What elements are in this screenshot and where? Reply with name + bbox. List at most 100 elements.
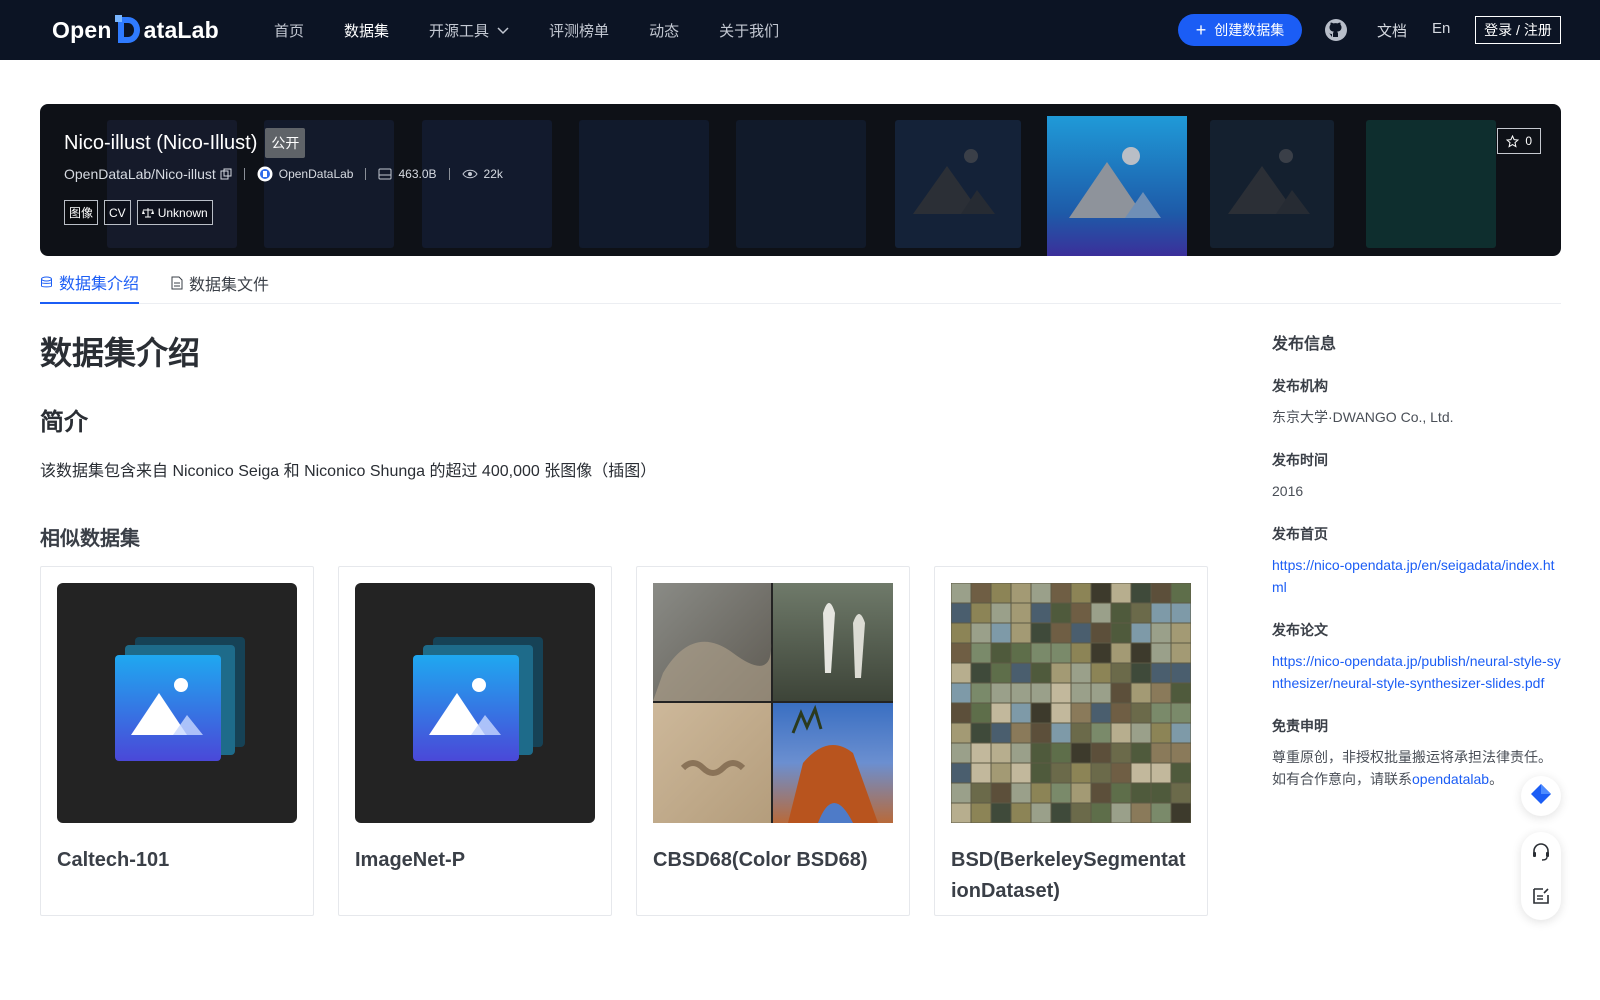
mosaic-tile [1071, 583, 1091, 603]
similar-dataset-card[interactable]: Caltech-101 [40, 566, 314, 916]
mosaic-tile [1131, 643, 1151, 663]
feedback-diamond-button[interactable] [1521, 776, 1561, 816]
nav-news[interactable]: 动态 [649, 20, 679, 41]
nav-datasets[interactable]: 数据集 [344, 20, 389, 41]
mosaic-tile [1071, 683, 1091, 703]
mosaic-tile [1131, 803, 1151, 823]
mosaic-tile [1091, 763, 1111, 783]
nav-open-tools[interactable]: 开源工具 [429, 20, 509, 41]
tag-task[interactable]: CV [104, 200, 131, 225]
github-icon[interactable] [1324, 18, 1348, 42]
login-register-button[interactable]: 登录 / 注册 [1475, 16, 1561, 44]
similar-dataset-card[interactable]: ImageNet-P [338, 566, 612, 916]
mosaic-tile [1171, 723, 1191, 743]
nav-home-label: 首页 [274, 22, 305, 40]
dataset-banner: Nico-illust (Nico-Illust) 公开 OpenDataLab… [40, 104, 1561, 256]
section-heading: 数据集介绍 [40, 335, 201, 371]
mosaic-tile [991, 683, 1011, 703]
mosaic-tile [951, 763, 971, 783]
disclaimer-label: 免责申明 [1272, 718, 1328, 734]
edit-note-icon[interactable] [1531, 886, 1551, 911]
mosaic-tile [1151, 723, 1171, 743]
publish-info-panel: 发布信息 发布机构 东京大学·DWANGO Co., Ltd. 发布时间 201… [1272, 330, 1562, 812]
nav-about[interactable]: 关于我们 [719, 20, 779, 41]
mosaic-tile [951, 783, 971, 803]
tag-modality[interactable]: 图像 [64, 200, 99, 225]
create-dataset-button[interactable]: + 创建数据集 [1178, 14, 1302, 46]
mosaic-tile [1171, 683, 1191, 703]
photo-mosaic [951, 583, 1191, 823]
mosaic-tile [1071, 723, 1091, 743]
tab-files[interactable]: 数据集文件 [171, 262, 269, 304]
create-dataset-label: 创建数据集 [1214, 22, 1285, 38]
language-switch[interactable]: En [1432, 20, 1450, 37]
mosaic-tile [1071, 803, 1091, 823]
paper-link[interactable]: https://nico-opendata.jp/publish/neural-… [1272, 650, 1562, 694]
mosaic-tile [1071, 663, 1091, 683]
star-button[interactable]: 0 [1497, 128, 1541, 154]
nav-leaderboard[interactable]: 评测榜单 [549, 20, 609, 41]
mosaic-tile [1171, 603, 1191, 623]
copy-icon[interactable] [220, 168, 232, 180]
mosaic-tile [1131, 603, 1151, 623]
mosaic-tile [1051, 583, 1071, 603]
license-tag[interactable]: Unknown [136, 200, 213, 225]
mosaic-tile [1131, 763, 1151, 783]
mosaic-tile [1031, 663, 1051, 683]
disclaimer-text: 尊重原创，非授权批量搬运将承担法律责任。如有合作意向，请联系opendatala… [1272, 746, 1562, 790]
banner-image-icon [1047, 116, 1187, 256]
mosaic-tile [1011, 763, 1031, 783]
nav-open-tools-label: 开源工具 [429, 22, 490, 40]
mosaic-tile [1091, 663, 1111, 683]
mosaic-tile [1071, 643, 1091, 663]
mosaic-tile [1011, 623, 1031, 643]
mosaic-tile [1151, 803, 1171, 823]
placeholder-image-icon [355, 583, 595, 823]
nav-leaderboard-label: 评测榜单 [549, 22, 610, 40]
mosaic-tile [1171, 763, 1191, 783]
mosaic-tile [1131, 683, 1151, 703]
tab-intro[interactable]: 数据集介绍 [40, 262, 140, 304]
mosaic-tile [1051, 803, 1071, 823]
mosaic-tile [951, 723, 971, 743]
mosaic-tile [1151, 783, 1171, 803]
docs-link[interactable]: 文档 [1377, 20, 1407, 41]
owner-name[interactable]: OpenDataLab [279, 167, 354, 181]
nav-news-label: 动态 [649, 22, 680, 40]
intro-heading: 简介 [40, 409, 88, 436]
diamond-icon [1530, 783, 1552, 810]
homepage-link[interactable]: https://nico-opendata.jp/en/seigadata/in… [1272, 554, 1562, 598]
mosaic-tile [991, 743, 1011, 763]
mosaic-tile [1091, 743, 1111, 763]
mosaic-tile [1091, 583, 1111, 603]
mosaic-tile [1111, 743, 1131, 763]
mosaic-tile [1051, 703, 1071, 723]
similar-datasets-heading: 相似数据集 [40, 528, 140, 550]
scale-icon [141, 207, 154, 218]
banner-image-icon [895, 120, 1021, 248]
mosaic-tile [1131, 703, 1151, 723]
license-label: Unknown [157, 205, 208, 220]
mosaic-tile [951, 703, 971, 723]
mosaic-tile [1111, 603, 1131, 623]
opendatalab-logo[interactable]: Open ataLab [52, 14, 219, 46]
mosaic-tile [1171, 803, 1191, 823]
headset-icon[interactable] [1531, 842, 1551, 867]
similar-dataset-card[interactable]: BSD(BerkeleySegmentationDataset) [934, 566, 1208, 916]
mosaic-tile [1011, 743, 1031, 763]
mosaic-tile [951, 583, 971, 603]
similar-dataset-card[interactable]: CBSD68(Color BSD68) [636, 566, 910, 916]
mosaic-tile [1011, 703, 1031, 723]
mosaic-tile [1131, 663, 1151, 683]
star-count: 0 [1525, 134, 1532, 148]
nav-home[interactable]: 首页 [274, 20, 304, 41]
mosaic-tile [1011, 783, 1031, 803]
mosaic-tile [971, 743, 991, 763]
mosaic-tile [1171, 743, 1191, 763]
mosaic-tile [991, 663, 1011, 683]
mosaic-tile [1051, 623, 1071, 643]
mosaic-tile [991, 763, 1011, 783]
mosaic-tile [1011, 683, 1031, 703]
mosaic-tile [1111, 583, 1131, 603]
contact-link[interactable]: opendatalab [1412, 771, 1489, 787]
